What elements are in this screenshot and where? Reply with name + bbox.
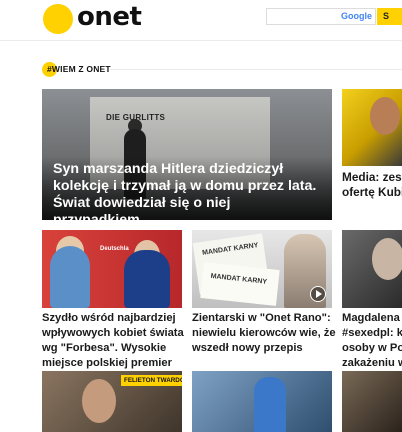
article-image-bg (342, 371, 402, 432)
article-image-szydlo[interactable]: Deutschla (42, 230, 182, 308)
side-title-line-2: ofertę Kubicy (342, 185, 402, 199)
article-image-twardoch[interactable]: FELIETON TWARDOCHA (42, 371, 182, 432)
search-input[interactable]: Google (266, 8, 376, 25)
side-image-face (370, 97, 400, 135)
article-title-szydlo[interactable]: Szydło wśród najbardziej wpływowych kobi… (42, 311, 184, 371)
article-image-row3-middle[interactable] (192, 371, 332, 432)
hero-article-card[interactable]: DIE GURLITTS Syn marszanda Hitlera dzied… (42, 89, 332, 220)
title-line: #sexedpl: każ (342, 327, 402, 339)
image-face (372, 238, 402, 280)
title-line: zakażeniu wir (342, 357, 402, 369)
person-figure (50, 246, 90, 308)
image-person (254, 377, 286, 432)
side-title-line-1: Media: zespół (342, 170, 402, 184)
top-header: onet Google S (0, 0, 402, 41)
article-title-magdalena[interactable]: Magdalena Cie #sexedpl: każ osoby w Pols… (342, 311, 402, 371)
google-search-brand: Google (341, 11, 372, 21)
article-title-zientarski[interactable]: Zientarski w "Onet Rano": niewielu kiero… (192, 311, 337, 356)
person-figure (124, 250, 170, 308)
image-sign-text: Deutschla (100, 246, 129, 252)
section-label: #WIEM Z ONET (47, 64, 111, 74)
video-play-icon[interactable] (310, 286, 326, 302)
category-tag: FELIETON TWARDOCHA (121, 375, 182, 386)
article-image-zientarski[interactable]: MANDAT KARNY MANDAT KARNY (192, 230, 332, 308)
side-article-image[interactable] (342, 89, 402, 166)
image-paper-text: MANDAT KARNY (210, 272, 268, 286)
side-article-title[interactable]: Media: zespół ofertę Kubicy (342, 170, 402, 200)
title-line: osoby w Polsc (342, 342, 402, 354)
search-button[interactable]: S (377, 8, 402, 25)
hero-article-title[interactable]: Syn marszanda Hitlera dziedziczył kolekc… (53, 161, 318, 220)
section-divider (110, 69, 402, 70)
article-image-magdalena[interactable] (342, 230, 402, 308)
image-face (82, 379, 116, 423)
onet-logo-icon[interactable] (43, 4, 73, 34)
image-paper-text: MANDAT KARNY (201, 242, 259, 257)
onet-logo-text[interactable]: onet (77, 1, 142, 33)
article-image-row3-right[interactable] (342, 371, 402, 432)
title-line: Magdalena Cie (342, 312, 402, 324)
